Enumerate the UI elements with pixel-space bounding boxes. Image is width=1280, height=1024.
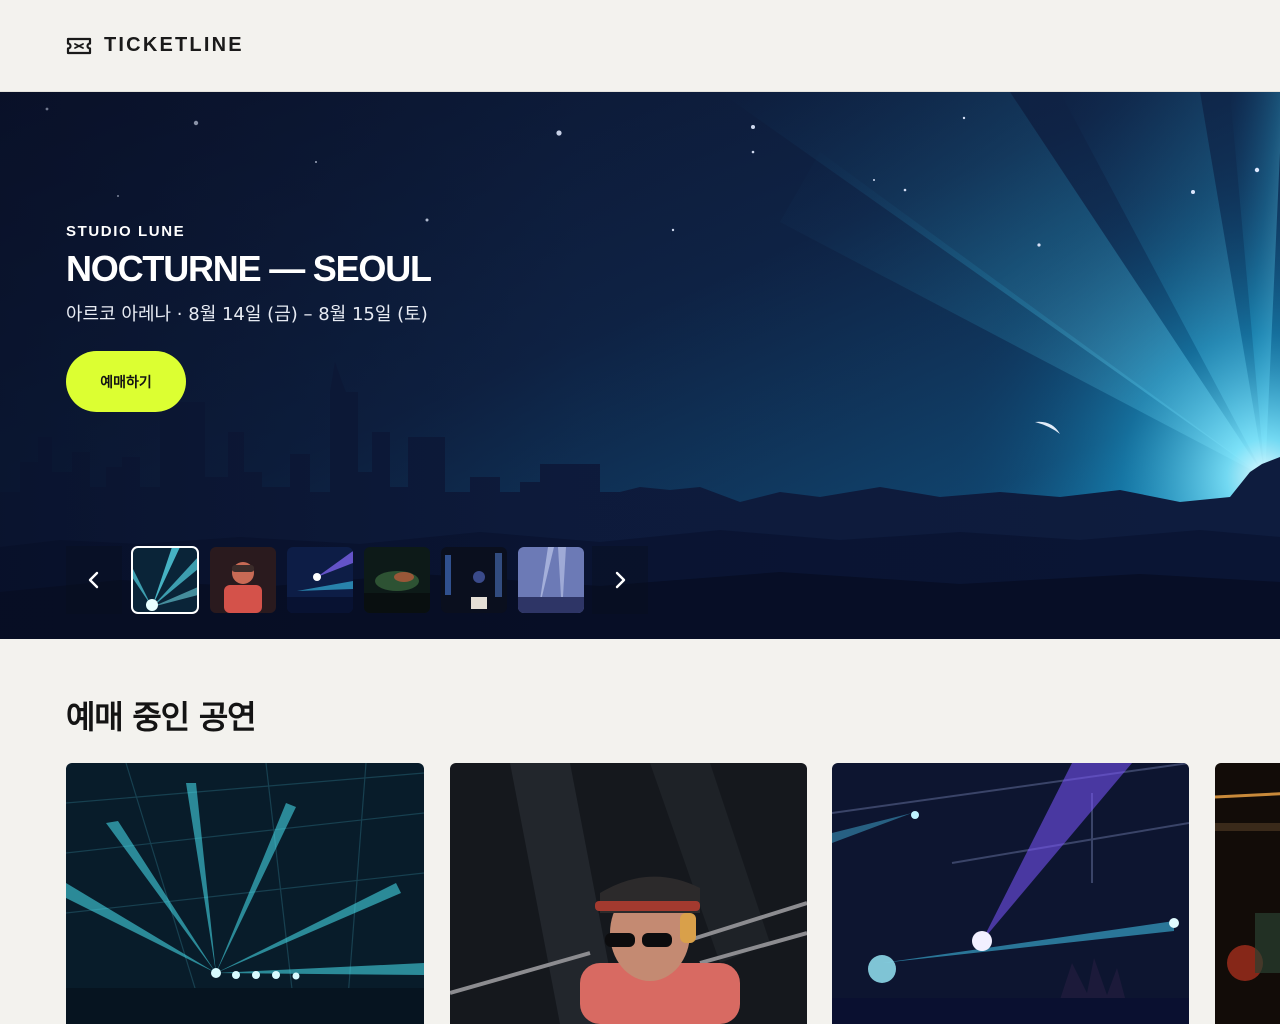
event-card-warm-stage[interactable] (1215, 763, 1280, 1024)
site-header: TICKETLINE (0, 0, 1280, 92)
thumbnail-image (210, 547, 276, 613)
event-card-image (832, 763, 1189, 1024)
thumbnail-image (132, 547, 198, 613)
carousel-thumbnail-hazy-stage[interactable] (518, 547, 584, 613)
book-button[interactable]: 예매하기 (66, 351, 186, 412)
brand-logo[interactable]: TICKETLINE (66, 34, 244, 57)
carousel-thumbnail-dj-booth[interactable] (441, 547, 507, 613)
event-card-dj-performer[interactable] (450, 763, 807, 1024)
carousel-thumbnail-concert-crowd[interactable] (364, 547, 430, 613)
chevron-left-icon (88, 571, 99, 589)
thumbnail-image (518, 547, 584, 613)
carousel-thumbnail-stage-lights[interactable] (287, 547, 353, 613)
thumbnail-image (441, 547, 507, 613)
ticket-icon (66, 37, 92, 54)
carousel-prev-button[interactable] (66, 546, 122, 614)
hero-eyebrow: STUDIO LUNE (66, 223, 186, 240)
carousel-thumbnail-dj-performer[interactable] (210, 547, 276, 613)
brand-name: TICKETLINE (104, 34, 244, 56)
hero-banner: STUDIO LUNE NOCTURNE — SEOUL 아르코 아레나 · 8… (0, 92, 1280, 639)
hero-subtitle: 아르코 아레나 · 8월 14일 (금) – 8월 15일 (토) (66, 304, 428, 325)
carousel-next-button[interactable] (592, 546, 648, 614)
carousel-thumbnail-laser-show[interactable] (131, 546, 199, 614)
hero-title: NOCTURNE — SEOUL (66, 248, 432, 289)
section-title-on-sale: 예매 중인 공연 (66, 698, 257, 736)
chevron-right-icon (615, 571, 626, 589)
event-card-purple-spotlights[interactable] (832, 763, 1189, 1024)
thumbnail-image (287, 547, 353, 613)
thumbnail-image (364, 547, 430, 613)
event-card-image (450, 763, 807, 1024)
event-card-image (66, 763, 424, 1024)
event-card-image (1215, 763, 1280, 1024)
event-card-laser-show[interactable] (66, 763, 424, 1024)
